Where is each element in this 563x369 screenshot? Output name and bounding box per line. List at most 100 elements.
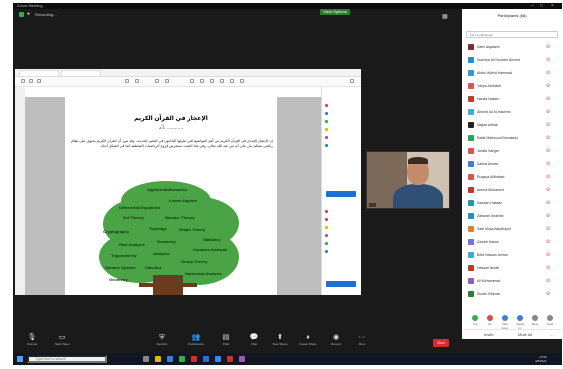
reaction-button[interactable] xyxy=(472,315,478,321)
polls-button[interactable]: ▤ Polls xyxy=(211,333,241,346)
start-video-button[interactable]: ▭ Start Video xyxy=(47,333,77,346)
muted-mic-icon[interactable]: ⊘ xyxy=(546,252,550,258)
participants-button[interactable]: 👥 Participants xyxy=(181,333,211,346)
muted-mic-icon[interactable]: ⊘ xyxy=(546,213,550,219)
muted-mic-icon[interactable]: ⊘ xyxy=(546,239,550,245)
side-panel-item[interactable] xyxy=(325,143,330,147)
task-view-icon[interactable] xyxy=(143,356,149,362)
participant-row[interactable]: Najlaa Adhab ⊘ xyxy=(462,119,562,132)
side-panel-item[interactable] xyxy=(325,135,330,139)
muted-mic-icon[interactable]: ⊘ xyxy=(546,265,550,271)
new-share-button[interactable]: ⬆ New Share xyxy=(265,333,295,346)
toolbar-icon[interactable] xyxy=(165,79,169,83)
participant-row[interactable]: Bela Hassan Amran ⊘ xyxy=(462,249,562,262)
muted-mic-icon[interactable]: ⊘ xyxy=(546,44,550,50)
participant-row[interactable]: Ahmed Ali Al-Hashimi ⊘ xyxy=(462,106,562,119)
more-button[interactable]: ··· More xyxy=(347,333,377,346)
side-panel-item[interactable] xyxy=(325,119,330,123)
acrobat-icon[interactable] xyxy=(191,356,197,362)
muted-mic-icon[interactable]: ⊘ xyxy=(546,148,550,154)
toolbar-icon[interactable] xyxy=(350,79,354,83)
reaction-button[interactable] xyxy=(532,315,538,321)
side-panel-item[interactable] xyxy=(325,233,330,237)
toolbar-icon[interactable] xyxy=(190,79,194,83)
participant-row[interactable]: Yahya Abdullah ⊘ xyxy=(462,80,562,93)
muted-mic-icon[interactable]: ⊘ xyxy=(546,135,550,141)
toolbar-icon[interactable] xyxy=(125,79,129,83)
participant-row[interactable]: Suzan Othman ⊘ xyxy=(462,288,562,301)
muted-mic-icon[interactable]: ⊘ xyxy=(546,187,550,193)
toolbar-icon[interactable] xyxy=(240,79,244,83)
participant-row[interactable]: Ali Mohammed ⊘ xyxy=(462,275,562,288)
reaction-button[interactable] xyxy=(547,315,553,321)
toolbar-icon[interactable] xyxy=(29,79,33,83)
reaction-button[interactable] xyxy=(502,315,508,321)
participant-search-input[interactable] xyxy=(466,31,558,38)
side-panel-item[interactable] xyxy=(325,103,330,107)
muted-mic-icon[interactable]: ⊘ xyxy=(546,174,550,180)
side-panel-button[interactable] xyxy=(326,191,356,197)
gallery-view-icon[interactable]: ▦ xyxy=(442,13,448,20)
side-panel-item[interactable] xyxy=(325,249,330,253)
muted-mic-icon[interactable]: ⊘ xyxy=(546,161,550,167)
taskbar-clock[interactable]: 12:52 4/8/2021 xyxy=(535,355,547,363)
muted-mic-icon[interactable]: ⊘ xyxy=(546,122,550,128)
reaction-button[interactable] xyxy=(517,315,523,321)
toolbar-icon[interactable] xyxy=(230,79,234,83)
file-explorer-icon[interactable] xyxy=(155,356,161,362)
muted-mic-icon[interactable]: ⊘ xyxy=(546,96,550,102)
reaction-button[interactable] xyxy=(487,315,493,321)
participant-row[interactable]: Sadi Musa Alquthayin ⊘ xyxy=(462,223,562,236)
browser-tab[interactable] xyxy=(61,70,101,77)
toolbar-icon[interactable] xyxy=(155,79,159,83)
encryption-shield-icon[interactable] xyxy=(19,12,24,17)
participant-row[interactable]: Hassan Ismail ⊘ xyxy=(462,262,562,275)
toolbar-icon[interactable] xyxy=(135,79,139,83)
muted-mic-icon[interactable]: ⊘ xyxy=(546,70,550,76)
participant-row[interactable]: Abdul Wahid Hammad ⊘ xyxy=(462,67,562,80)
side-panel-item[interactable] xyxy=(325,241,330,245)
participant-row[interactable]: Sawsan Hassan ⊘ xyxy=(462,197,562,210)
muted-mic-icon[interactable]: ⊘ xyxy=(546,291,550,297)
participant-row[interactable]: Zainab Hasan ⊘ xyxy=(462,236,562,249)
taskbar-search-input[interactable] xyxy=(27,355,107,363)
browser-tab[interactable] xyxy=(19,70,59,77)
side-panel-item[interactable] xyxy=(325,209,330,213)
more-options-button[interactable]: ... xyxy=(550,332,553,337)
zoom-icon[interactable] xyxy=(215,356,221,362)
powerpoint-icon[interactable] xyxy=(227,356,233,362)
muted-mic-icon[interactable]: ⊘ xyxy=(546,109,550,115)
pause-share-button[interactable]: ⏸ Pause Share xyxy=(293,333,323,346)
windows-start-icon[interactable] xyxy=(17,356,23,362)
participant-row[interactable]: Sumeya Ali Hussein Ahmed ⊘ xyxy=(462,54,562,67)
toolbar-icon[interactable] xyxy=(210,79,214,83)
invite-button[interactable]: Invite xyxy=(484,332,494,337)
security-button[interactable]: ⛨ Security xyxy=(147,333,177,346)
edge-icon[interactable] xyxy=(167,356,173,362)
view-options-button[interactable]: View Options xyxy=(320,9,350,15)
toolbar-icon[interactable] xyxy=(200,79,204,83)
participant-row[interactable]: Rafat Mahmood Almusawi ⊘ xyxy=(462,132,562,145)
side-panel-item[interactable] xyxy=(325,217,330,221)
participant-row[interactable]: Sami Alqatami ⊘ xyxy=(462,41,562,54)
muted-mic-icon[interactable]: ⊘ xyxy=(546,200,550,206)
unmute-button[interactable]: 🎙 Unmute xyxy=(17,333,47,346)
side-panel-item[interactable] xyxy=(325,127,330,131)
participant-row[interactable]: Jamila Sanger ⊘ xyxy=(462,145,562,158)
webcam-tile[interactable]: ... xyxy=(366,151,450,209)
side-panel-item[interactable] xyxy=(325,225,330,229)
mute-all-button[interactable]: Mute All xyxy=(518,332,532,337)
muted-mic-icon[interactable]: ⊘ xyxy=(546,83,550,89)
participant-row[interactable]: Salma Amara ⊘ xyxy=(462,158,562,171)
word-icon[interactable] xyxy=(203,356,209,362)
participant-row[interactable]: Ruqaya Aldhafaei ⊘ xyxy=(462,171,562,184)
participant-row[interactable]: Zaharah Ibrahimi ⊘ xyxy=(462,210,562,223)
muted-mic-icon[interactable]: ⊘ xyxy=(546,57,550,63)
app-icon[interactable] xyxy=(239,356,245,362)
muted-mic-icon[interactable]: ⊘ xyxy=(546,278,550,284)
participant-row[interactable]: Hanaa Nasser ⊘ xyxy=(462,93,562,106)
side-panel-button[interactable] xyxy=(326,281,356,287)
toolbar-icon[interactable] xyxy=(21,79,25,83)
muted-mic-icon[interactable]: ⊘ xyxy=(546,226,550,232)
side-panel-item[interactable] xyxy=(325,111,330,115)
